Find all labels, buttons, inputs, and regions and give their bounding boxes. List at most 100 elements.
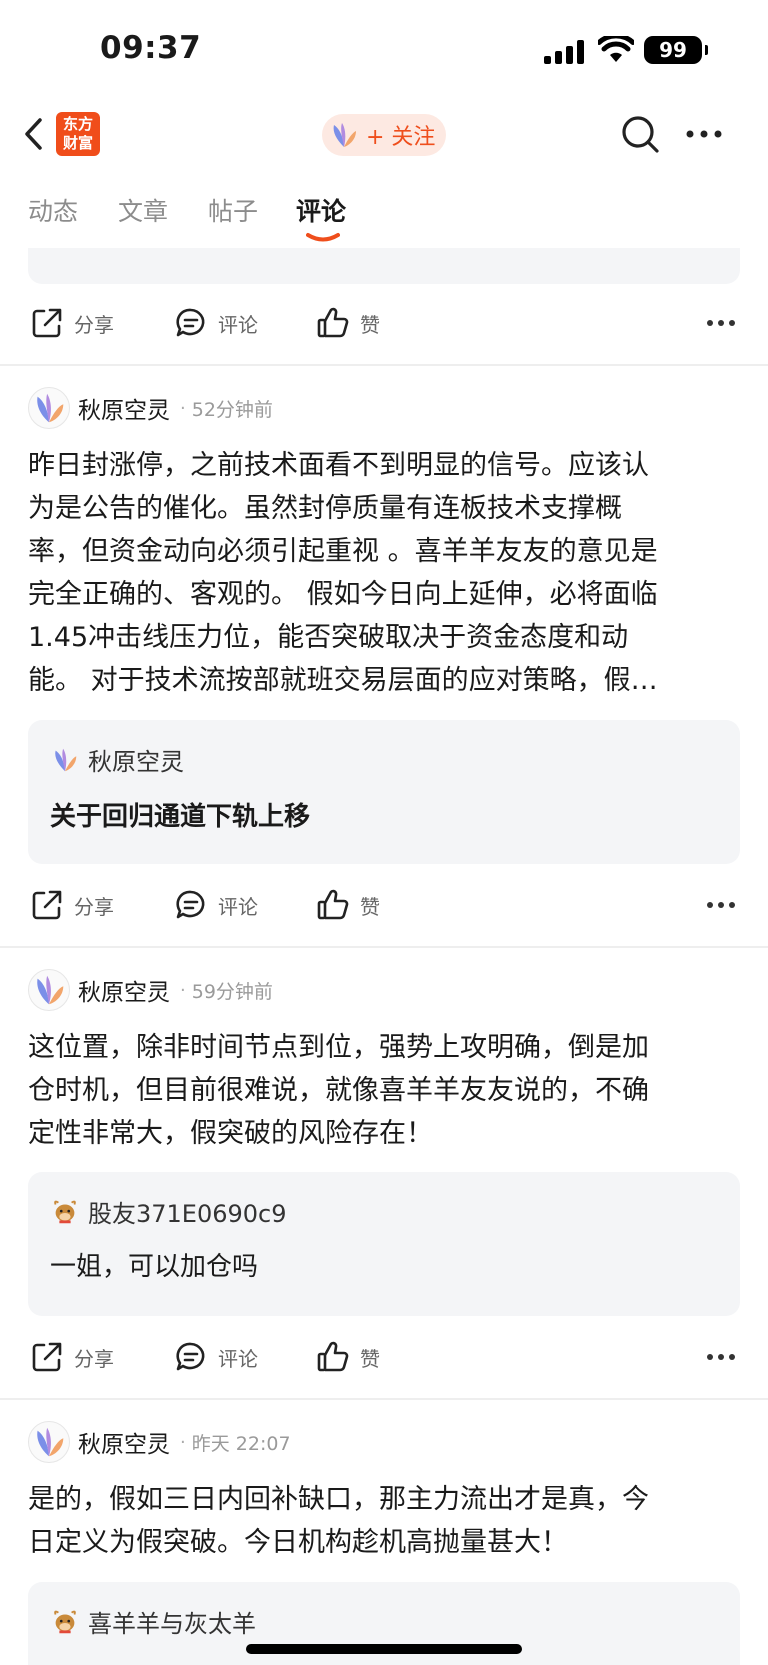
comment-body[interactable]: 是的，假如三日内回补缺口，那主力流出才是真，今 日定义为假突破。今日机构趁机高抛… (28, 1478, 744, 1564)
body-line: 1.45冲击线压力位，能否突破取决于资金态度和动 (28, 622, 629, 653)
tab-comments[interactable]: 评论 (296, 192, 346, 228)
share-icon (32, 890, 62, 920)
comment-icon (176, 890, 205, 919)
comment-header: 秋原空灵 · 59分钟前 (28, 968, 273, 1012)
body-line: 为是公告的催化。虽然封停质量有连板技术支撑概 (28, 493, 622, 524)
divider (0, 946, 768, 948)
author-name[interactable]: 秋原空灵 (78, 973, 170, 1007)
quote-author: 股友371E0690c9 (88, 1200, 287, 1228)
tab-articles[interactable]: 文章 (118, 192, 168, 228)
tab-bar: 动态 文章 帖子 评论 (0, 174, 768, 248)
logo-line2: 财富 (62, 134, 93, 152)
more-icon[interactable] (706, 900, 736, 910)
body-line: 率，但资金动向必须引起重视 。喜羊羊友友的意见是 (28, 536, 658, 567)
bull-avatar-icon (54, 1610, 76, 1633)
author-name[interactable]: 秋原空灵 (78, 1425, 170, 1459)
quote-header: 秋原空灵 (50, 742, 184, 777)
butterfly-avatar-icon (37, 975, 64, 1005)
comment-header: 秋原空灵 · 52分钟前 (28, 386, 273, 430)
quote-author: 秋原空灵 (88, 748, 184, 776)
like-button[interactable]: 赞 (316, 888, 380, 922)
search-icon[interactable] (620, 114, 660, 154)
quote-header: 喜羊羊与灰太羊 (50, 1604, 256, 1639)
body-line: 这位置，除非时间节点到位，强势上攻明确，倒是加 (28, 1032, 649, 1063)
comment-body[interactable]: 这位置，除非时间节点到位，强势上攻明确，倒是加 仓时机，但目前很难说，就像喜羊羊… (28, 1026, 744, 1155)
body-line: 是的，假如三日内回补缺口，那主力流出才是真，今 (28, 1484, 649, 1515)
action-bar: 分享 评论 赞 (0, 872, 768, 936)
timestamp: 59分钟前 (191, 980, 273, 1003)
follow-button[interactable]: + 关注 (322, 114, 446, 156)
app-logo[interactable]: 东方 财富 (56, 112, 100, 156)
action-bar: 分享 评论 赞 (0, 290, 768, 354)
separator-dot: · (180, 397, 186, 419)
back-arrow-icon[interactable] (22, 116, 46, 152)
butterfly-avatar-icon (37, 393, 64, 423)
share-label: 分享 (74, 894, 114, 919)
quote-card[interactable] (28, 248, 740, 284)
quote-text: 关于回归通道下轨上移 (50, 802, 311, 832)
like-label: 赞 (360, 1346, 380, 1371)
body-line: 定性非常大，假突破的风险存在！ (28, 1118, 433, 1149)
comment-label: 评论 (218, 312, 258, 337)
header: 东方 财富 + 关注 (0, 100, 768, 174)
comment-button[interactable]: 评论 (174, 1340, 258, 1374)
share-button[interactable]: 分享 (30, 1340, 114, 1374)
quote-card[interactable]: 秋原空灵 关于回归通道下轨上移 (28, 720, 740, 864)
tab-dynamics[interactable]: 动态 (28, 192, 78, 228)
like-label: 赞 (360, 312, 380, 337)
timestamp: 昨天 22:07 (191, 1432, 291, 1455)
tab-posts[interactable]: 帖子 (208, 192, 258, 228)
quote-card[interactable]: 股友371E0690c9 一姐，可以加仓吗 (28, 1172, 740, 1316)
wifi-icon (598, 36, 634, 62)
body-line: 完全正确的、客观的。 假如今日向上延伸，必将面临 (28, 579, 658, 610)
like-button[interactable]: 赞 (316, 306, 380, 340)
like-label: 赞 (360, 894, 380, 919)
quote-text: 一姐，可以加仓吗 (50, 1252, 259, 1282)
thumbs-up-icon (317, 889, 349, 920)
battery-indicator: 99 (644, 36, 708, 64)
more-icon[interactable] (706, 1352, 736, 1362)
butterfly-avatar-icon (333, 123, 356, 147)
avatar[interactable] (28, 969, 70, 1011)
comment-header: 秋原空灵 · 昨天 22:07 (28, 1420, 291, 1464)
status-bar: 09:37 99 (0, 0, 768, 100)
divider (0, 364, 768, 366)
body-line: 仓时机，但目前很难说，就像喜羊羊友友说的，不确 (28, 1075, 649, 1106)
comment-icon (176, 308, 205, 337)
quote-header: 股友371E0690c9 (50, 1194, 287, 1229)
comment-icon (176, 1342, 205, 1371)
avatar[interactable] (28, 1421, 70, 1463)
comment-label: 评论 (218, 1346, 258, 1371)
logo-line1: 东方 (62, 115, 93, 133)
cellular-signal-icon (544, 40, 584, 64)
body-line: 能。 对于技术流按部就班交易层面的应对策略，假… (28, 665, 658, 696)
share-label: 分享 (74, 1346, 114, 1371)
share-button[interactable]: 分享 (30, 888, 114, 922)
comment-button[interactable]: 评论 (174, 306, 258, 340)
body-line: 昨日封涨停，之前技术面看不到明显的信号。应该认 (28, 450, 649, 481)
divider (0, 1398, 768, 1400)
share-icon (32, 1342, 62, 1372)
share-icon (32, 308, 62, 338)
active-tab-indicator (306, 233, 340, 242)
more-options-icon[interactable] (684, 128, 724, 140)
share-button[interactable]: 分享 (30, 306, 114, 340)
home-indicator[interactable] (246, 1644, 522, 1654)
status-time: 09:37 (100, 30, 202, 66)
follow-label: + 关注 (366, 125, 436, 150)
author-name[interactable]: 秋原空灵 (78, 391, 170, 425)
comment-button[interactable]: 评论 (174, 888, 258, 922)
more-icon[interactable] (706, 318, 736, 328)
comment-body[interactable]: 昨日封涨停，之前技术面看不到明显的信号。应该认 为是公告的催化。虽然封停质量有连… (28, 444, 744, 702)
comment-label: 评论 (218, 894, 258, 919)
timestamp: 52分钟前 (191, 398, 273, 421)
separator-dot: · (180, 1431, 186, 1453)
avatar[interactable] (28, 387, 70, 429)
share-label: 分享 (74, 312, 114, 337)
thumbs-up-icon (317, 1341, 349, 1372)
action-bar: 分享 评论 赞 (0, 1324, 768, 1388)
like-button[interactable]: 赞 (316, 1340, 380, 1374)
body-line: 日定义为假突破。今日机构趁机高抛量甚大！ (28, 1527, 568, 1558)
butterfly-avatar-icon (37, 1427, 64, 1457)
thumbs-up-icon (317, 307, 349, 338)
